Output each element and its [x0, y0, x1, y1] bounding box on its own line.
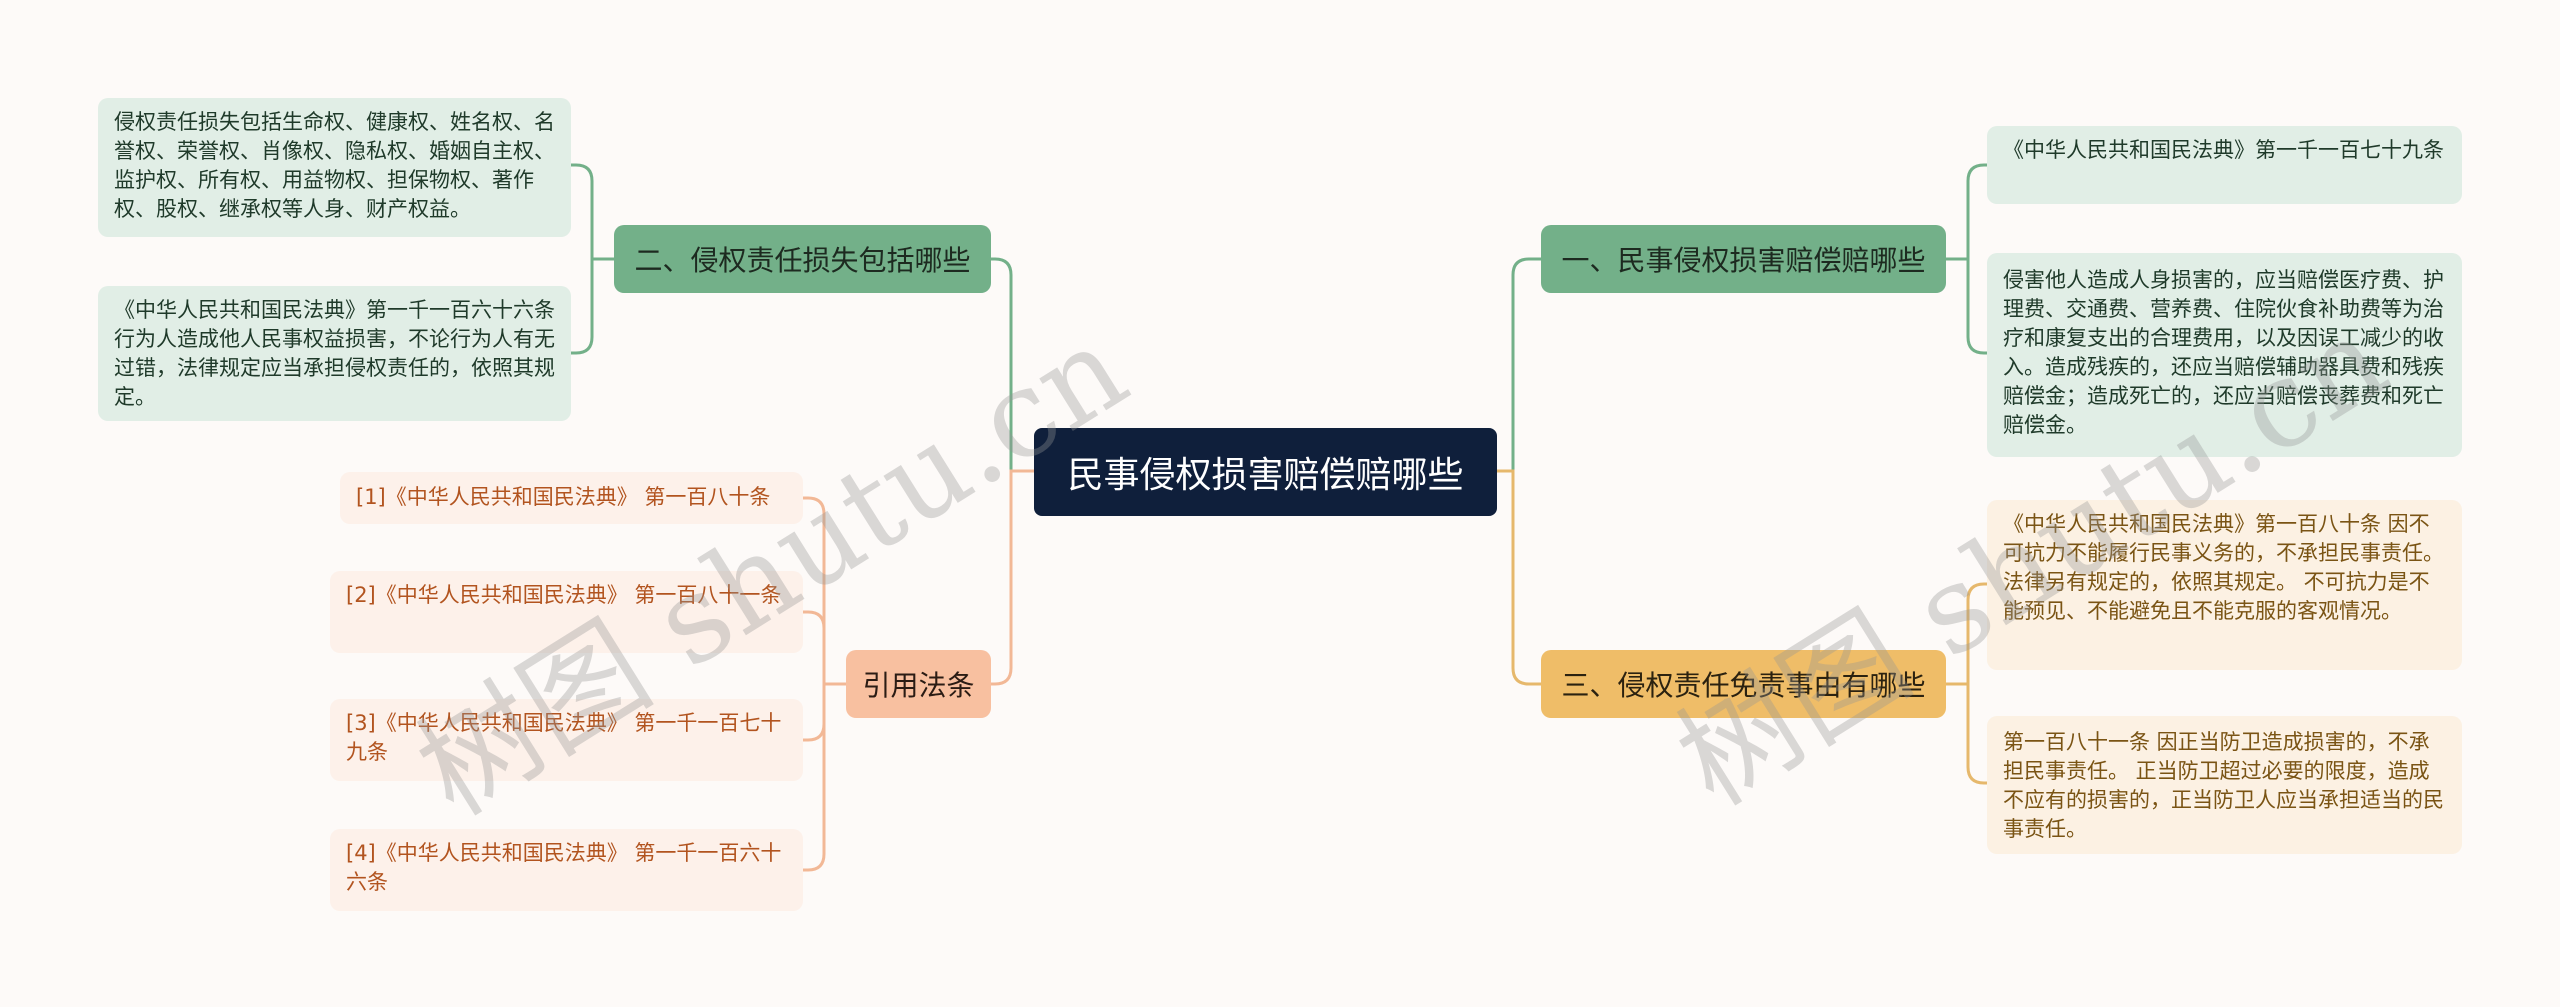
leaf-two-2[interactable]: 《中华人民共和国民法典》第一千一百六十六条行为人造成他人民事权益损害，不论行为人… [98, 286, 571, 421]
link-root-to-refs [991, 469, 1034, 686]
leaf-three-2[interactable]: 第一百八十一条 因正当防卫造成损害的，不承担民事责任。 正当防卫超过必要的限度，… [1987, 716, 2462, 854]
leaf-text: 《中华人民共和国民法典》第一百八十条 因不可抗力不能履行民事义务的，不承担民事责… [2003, 512, 2444, 623]
leaf-one-1[interactable]: 《中华人民共和国民法典》第一千一百七十九条 [1987, 126, 2462, 204]
branch-two-title: 二、侵权责任损失包括哪些 [634, 244, 971, 277]
ref-leaf-1[interactable]: [1]《中华人民共和国民法典》 第一百八十条 [340, 472, 803, 524]
ref-leaf-3[interactable]: [3]《中华人民共和国民法典》 第一千一百七十九条 [330, 699, 803, 781]
link-root-to-two [991, 257, 1034, 473]
link-three-leaf-1 [1946, 582, 1987, 686]
link-three-leaf-2 [1946, 682, 1987, 785]
leaf-text: 侵权责任损失包括生命权、健康权、姓名权、名誉权、荣誉权、肖像权、隐私权、婚姻自主… [114, 110, 555, 221]
leaf-three-1[interactable]: 《中华人民共和国民法典》第一百八十条 因不可抗力不能履行民事义务的，不承担民事责… [1987, 500, 2462, 670]
branch-node-two[interactable]: 二、侵权责任损失包括哪些 [614, 225, 991, 293]
branch-three-title: 三、侵权责任免责事由有哪些 [1561, 669, 1926, 702]
leaf-one-2[interactable]: 侵害他人造成人身损害的，应当赔偿医疗费、护理费、交通费、营养费、住院伙食补助费等… [1987, 253, 2462, 457]
branch-node-three[interactable]: 三、侵权责任免责事由有哪些 [1541, 650, 1946, 718]
branch-node-refs[interactable]: 引用法条 [846, 650, 991, 718]
leaf-text: 《中华人民共和国民法典》第一千一百六十六条行为人造成他人民事权益损害，不论行为人… [114, 298, 555, 409]
link-root-to-one [1497, 257, 1541, 473]
link-refs-leaf-2 [803, 610, 846, 686]
branch-one-title: 一、民事侵权损害赔偿赔哪些 [1561, 244, 1926, 277]
link-two-leaf-1 [571, 163, 614, 261]
leaf-text: [1]《中华人民共和国民法典》 第一百八十条 [356, 485, 771, 509]
leaf-text: [4]《中华人民共和国民法典》 第一千一百六十六条 [346, 841, 782, 894]
link-one-leaf-1 [1946, 163, 1987, 261]
leaf-two-1[interactable]: 侵权责任损失包括生命权、健康权、姓名权、名誉权、荣誉权、肖像权、隐私权、婚姻自主… [98, 98, 571, 237]
branch-refs-title: 引用法条 [862, 669, 975, 702]
leaf-text: [3]《中华人民共和国民法典》 第一千一百七十九条 [346, 711, 782, 764]
link-refs-leaf-4 [803, 682, 846, 872]
leaf-text: 《中华人民共和国民法典》第一千一百七十九条 [2003, 138, 2444, 162]
branch-node-one[interactable]: 一、民事侵权损害赔偿赔哪些 [1541, 225, 1946, 293]
leaf-text: [2]《中华人民共和国民法典》 第一百八十一条 [346, 583, 782, 607]
ref-leaf-4[interactable]: [4]《中华人民共和国民法典》 第一千一百六十六条 [330, 829, 803, 911]
link-two-leaf-2 [571, 257, 614, 355]
link-root-to-three [1497, 469, 1541, 686]
leaf-text: 侵害他人造成人身损害的，应当赔偿医疗费、护理费、交通费、营养费、住院伙食补助费等… [2003, 268, 2444, 437]
root-title: 民事侵权损害赔偿赔哪些 [1067, 455, 1464, 496]
link-one-leaf-2 [1946, 257, 1987, 355]
leaf-text: 第一百八十一条 因正当防卫造成损害的，不承担民事责任。 正当防卫超过必要的限度，… [2003, 730, 2444, 841]
ref-leaf-2[interactable]: [2]《中华人民共和国民法典》 第一百八十一条 [330, 571, 803, 653]
root-node[interactable]: 民事侵权损害赔偿赔哪些 [1034, 428, 1497, 516]
